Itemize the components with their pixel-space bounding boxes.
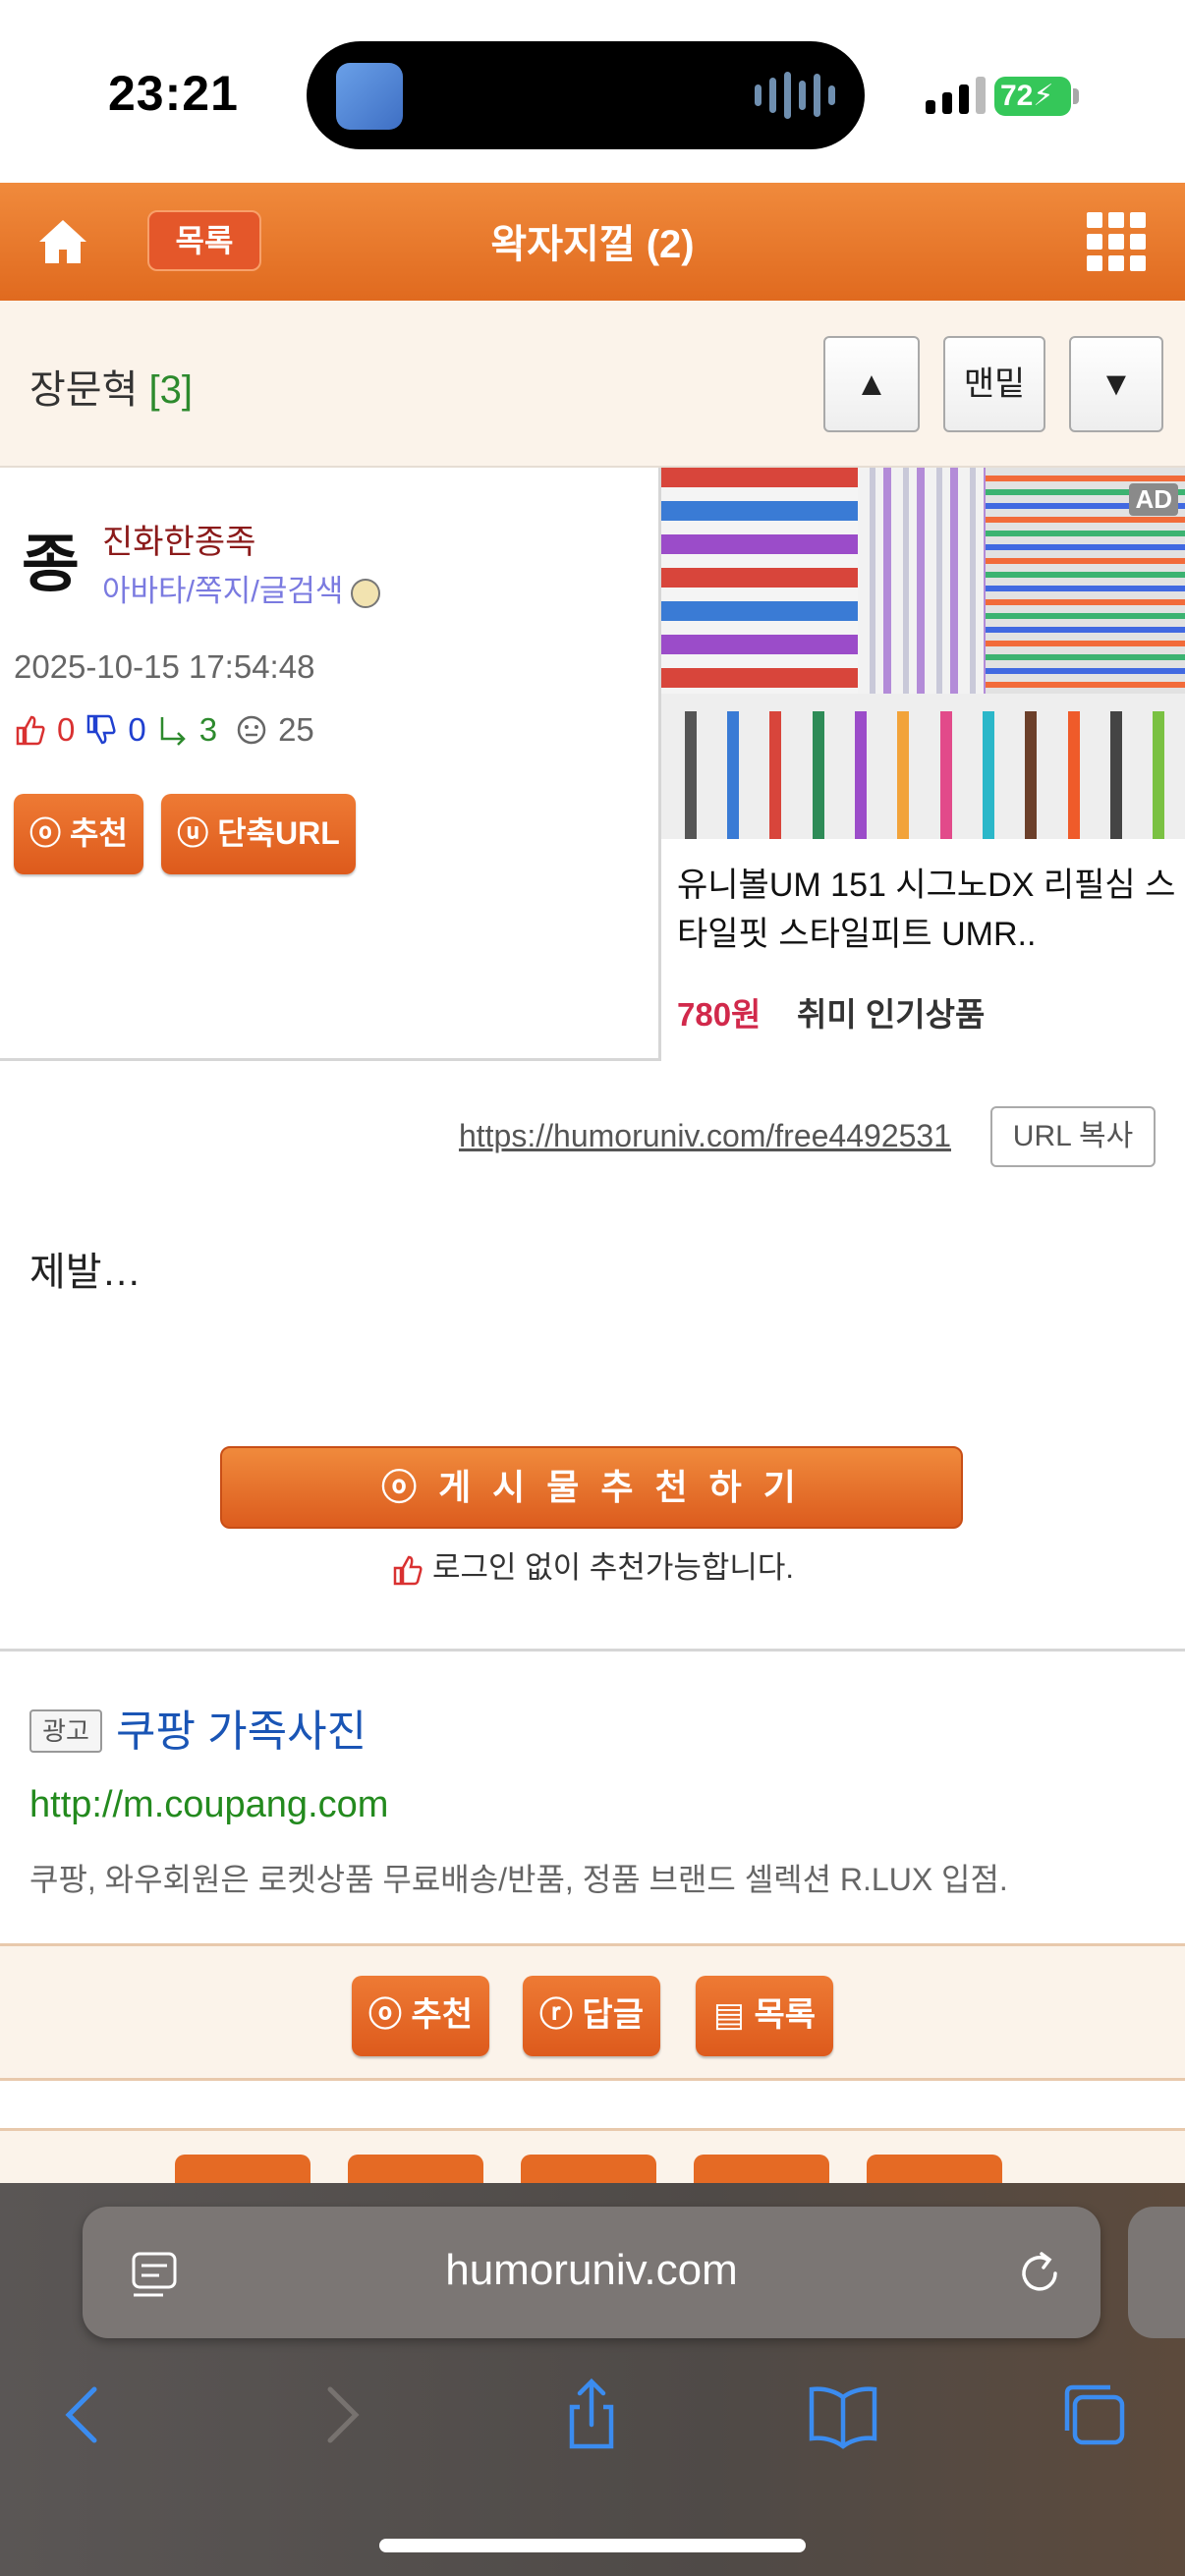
post-header-bar: 장문혁 [3] ▲ 맨밑 ▼: [0, 301, 1185, 468]
now-playing-app-icon: [336, 63, 403, 130]
address-bar[interactable]: humoruniv.com: [83, 2207, 1100, 2338]
post-action-bar: ⓞ 추천 ⓡ 답글 ▤ 목록: [0, 1943, 1185, 2081]
recommend-button-bottom[interactable]: ⓞ 추천: [352, 1976, 489, 2056]
medal-icon: [351, 578, 381, 608]
hidden-button-3: [521, 2155, 656, 2183]
author-nickname[interactable]: 진화한종족: [102, 515, 255, 563]
reply-count: 3: [198, 711, 218, 748]
next-tab-peek[interactable]: [1128, 2207, 1185, 2338]
view-face-icon: [237, 715, 266, 745]
post-title-text: 장문혁: [29, 368, 139, 412]
ad-label: 광고: [29, 1709, 102, 1753]
bookmarks-icon[interactable]: [804, 2376, 882, 2454]
author-links[interactable]: 아바타/쪽지/글검색: [102, 566, 381, 610]
partially-hidden-buttons[interactable]: [175, 2155, 1002, 2183]
comment-count: [3]: [148, 368, 194, 412]
text-ad-link[interactable]: http://m.coupang.com: [29, 1784, 388, 1826]
hidden-button-2: [348, 2155, 483, 2183]
next-post-button[interactable]: ▼: [1069, 336, 1163, 432]
login-note: 로그인 없이 추천가능합니다.: [0, 1542, 1185, 1587]
post-date: 2025-10-15 17:54:48: [14, 648, 315, 685]
url-copy-button[interactable]: URL 복사: [990, 1106, 1156, 1167]
prev-post-button[interactable]: ▲: [823, 336, 920, 432]
reply-arrow-icon: [160, 717, 186, 746]
avatar[interactable]: 종: [22, 523, 86, 607]
forward-icon[interactable]: [301, 2376, 379, 2454]
dislike-count: 0: [128, 711, 146, 748]
view-count: 25: [278, 711, 314, 748]
thumbs-down-icon: [87, 714, 116, 745]
product-ad-title[interactable]: 유니볼UM 151 시그노DX 리필심 스타일핏 스타일피트 UMR..: [677, 861, 1178, 959]
board-title: 왁자지껄 (2): [490, 223, 695, 266]
hidden-button-4: [694, 2155, 829, 2183]
post-info: 종 진화한종족 아바타/쪽지/글검색 2025-10-15 17:54:48 0…: [0, 468, 1185, 1061]
post-content: 제발…: [29, 1251, 141, 1294]
login-note-text: 로그인 없이 추천가능합니다.: [431, 1550, 795, 1585]
cellular-signal-icon: [926, 75, 986, 114]
site-header: 목록 왁자지껄 (2): [0, 183, 1185, 301]
browser-toolbar: humoruniv.com: [0, 2183, 1185, 2576]
text-ad-description: 쿠팡, 와우회원은 로켓상품 무료배송/반품, 정품 브랜드 셀렉션 R.LUX…: [29, 1862, 1008, 1897]
more-actions-bar: [0, 2128, 1185, 2183]
author-links-text[interactable]: 아바타/쪽지/글검색: [102, 574, 343, 608]
battery-level: 72: [1000, 80, 1034, 112]
list-button-bottom[interactable]: ▤ 목록: [696, 1976, 833, 2056]
dynamic-island[interactable]: [307, 41, 865, 149]
divider: [0, 1649, 1185, 1652]
thumbs-up-icon: [393, 1555, 423, 1586]
post-title: 장문혁 [3]: [29, 358, 193, 415]
status-time: 23:21: [108, 66, 239, 121]
ad-badge: AD: [1129, 483, 1178, 516]
post-stats: 0 0 3 25: [14, 711, 314, 749]
short-url-button[interactable]: ⓤ 단축URL: [161, 794, 356, 874]
hidden-button-5: [867, 2155, 1002, 2183]
back-icon[interactable]: [45, 2376, 124, 2454]
tabs-icon[interactable]: [1055, 2376, 1134, 2454]
home-indicator[interactable]: [379, 2539, 806, 2552]
product-ad-category: 취미 인기상품: [797, 996, 986, 1033]
hidden-button-1: [175, 2155, 310, 2183]
text-ad-headline[interactable]: 쿠팡 가족사진: [116, 1696, 367, 1759]
menu-grid-icon[interactable]: [1087, 212, 1146, 271]
reload-icon[interactable]: [1012, 2246, 1067, 2301]
battery-icon: 72⚡: [994, 77, 1071, 116]
audio-waveform-icon: [755, 71, 835, 120]
reply-button[interactable]: ⓡ 답글: [523, 1976, 660, 2056]
post-url-link[interactable]: https://humoruniv.com/free4492531: [459, 1118, 951, 1154]
recommend-post-button[interactable]: ⓞ 게 시 물 추 천 하 기: [220, 1446, 963, 1529]
like-count: 0: [57, 711, 76, 748]
product-ad[interactable]: AD 유니볼UM 151 시그노DX 리필심 스타일핏 스타일피트 UMR.. …: [658, 468, 1185, 1061]
product-ad-price: 780원: [677, 996, 762, 1033]
recommend-button[interactable]: ⓞ 추천: [14, 794, 143, 874]
status-bar: 23:21 72⚡: [0, 0, 1185, 183]
thumbs-up-icon: [16, 715, 45, 746]
go-bottom-button[interactable]: 맨밑: [943, 336, 1045, 432]
address-text[interactable]: humoruniv.com: [83, 2246, 1100, 2295]
battery-tip: [1073, 88, 1079, 104]
product-ad-image[interactable]: AD: [661, 468, 1185, 839]
share-icon[interactable]: [552, 2376, 631, 2454]
